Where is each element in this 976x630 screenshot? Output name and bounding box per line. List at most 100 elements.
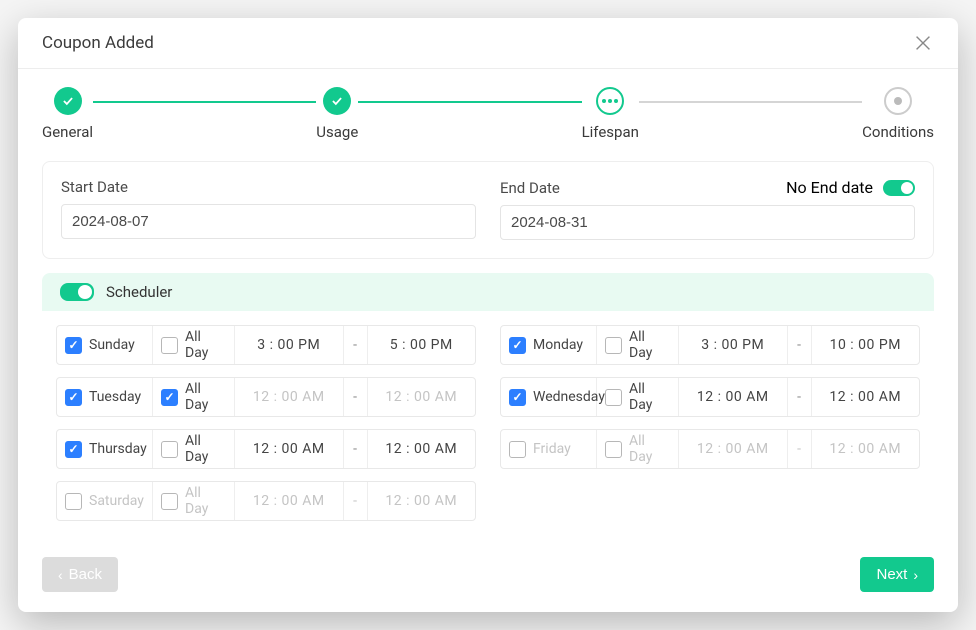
all-day-cell: All Day bbox=[153, 430, 235, 468]
all-day-checkbox[interactable] bbox=[161, 441, 178, 458]
all-day-label: All Day bbox=[185, 329, 226, 361]
day-row: Wednesday All Day 12 : 00 AM-12 : 00 AM bbox=[500, 377, 920, 417]
all-day-checkbox[interactable] bbox=[605, 337, 622, 354]
to-time[interactable]: 12 : 00 AM bbox=[812, 378, 920, 416]
day-enabled-checkbox[interactable] bbox=[509, 441, 526, 458]
step-connector bbox=[93, 101, 316, 103]
date-panel: Start Date End Date No End date bbox=[42, 161, 934, 259]
start-date-label: Start Date bbox=[61, 178, 476, 196]
day-enabled-checkbox[interactable] bbox=[65, 337, 82, 354]
from-time[interactable]: 12 : 00 AM bbox=[679, 430, 788, 468]
dots-icon bbox=[596, 87, 624, 115]
pending-icon bbox=[884, 87, 912, 115]
end-date-field: End Date No End date bbox=[500, 178, 915, 240]
time-dash: - bbox=[788, 378, 812, 416]
time-dash: - bbox=[344, 430, 368, 468]
from-time[interactable]: 12 : 00 AM bbox=[679, 378, 788, 416]
schedule-grid: SundayAll Day3 : 00 PM-5 : 00 PMMondayAl… bbox=[42, 311, 934, 535]
no-end-date-row: No End date bbox=[786, 178, 915, 197]
scheduler-toggle[interactable] bbox=[60, 283, 94, 301]
day-row: Thursday All Day 12 : 00 AM-12 : 00 AM bbox=[56, 429, 476, 469]
all-day-checkbox[interactable] bbox=[605, 389, 622, 406]
start-date-field: Start Date bbox=[61, 178, 476, 239]
from-time[interactable]: 3 : 00 PM bbox=[235, 326, 344, 364]
all-day-label: All Day bbox=[185, 433, 226, 465]
back-button-label: Back bbox=[69, 566, 102, 583]
time-dash: - bbox=[788, 430, 812, 468]
to-time[interactable]: 12 : 00 AM bbox=[368, 482, 476, 520]
to-time[interactable]: 12 : 00 AM bbox=[368, 378, 476, 416]
day-cell: Monday bbox=[501, 326, 597, 364]
from-time[interactable]: 12 : 00 AM bbox=[235, 482, 344, 520]
all-day-label: All Day bbox=[629, 433, 670, 465]
all-day-cell: All Day bbox=[153, 326, 235, 364]
step-label: Usage bbox=[316, 123, 358, 141]
wizard-stepper: General Usage Lifespan Conditions bbox=[18, 69, 958, 147]
day-cell: Wednesday bbox=[501, 378, 597, 416]
all-day-label: All Day bbox=[185, 381, 226, 413]
step-connector bbox=[358, 101, 581, 103]
step-conditions[interactable]: Conditions bbox=[862, 87, 934, 141]
day-row: MondayAll Day3 : 00 PM-10 : 00 PM bbox=[500, 325, 920, 365]
day-name: Thursday bbox=[89, 441, 147, 457]
day-name: Tuesday bbox=[89, 389, 141, 405]
all-day-label: All Day bbox=[629, 329, 670, 361]
next-button-label: Next bbox=[876, 566, 907, 583]
scheduler-header: Scheduler bbox=[42, 273, 934, 311]
day-enabled-checkbox[interactable] bbox=[509, 337, 526, 354]
to-time[interactable]: 12 : 00 AM bbox=[368, 430, 476, 468]
step-label: General bbox=[42, 123, 93, 141]
check-icon bbox=[54, 87, 82, 115]
day-row: FridayAll Day12 : 00 AM-12 : 00 AM bbox=[500, 429, 920, 469]
all-day-checkbox[interactable] bbox=[605, 441, 622, 458]
day-enabled-checkbox[interactable] bbox=[509, 389, 526, 406]
coupon-modal: Coupon Added General Usage Lifespan bbox=[18, 18, 958, 612]
all-day-label: All Day bbox=[629, 381, 670, 413]
day-enabled-checkbox[interactable] bbox=[65, 389, 82, 406]
modal-header: Coupon Added bbox=[18, 18, 958, 69]
chevron-right-icon: › bbox=[913, 567, 918, 583]
time-dash: - bbox=[344, 482, 368, 520]
step-usage[interactable]: Usage bbox=[316, 87, 358, 141]
day-row: Sunday All Day 3 : 00 PM-5 : 00 PM bbox=[56, 325, 476, 365]
chevron-left-icon: ‹ bbox=[58, 567, 63, 583]
day-name: Saturday bbox=[89, 493, 144, 509]
day-name: Sunday bbox=[89, 337, 135, 353]
step-connector bbox=[639, 101, 862, 103]
to-time[interactable]: 12 : 00 AM bbox=[812, 430, 920, 468]
scheduler-label: Scheduler bbox=[106, 283, 172, 301]
lifespan-panel: Start Date End Date No End date Schedule… bbox=[18, 147, 958, 551]
all-day-cell: All Day bbox=[597, 430, 679, 468]
start-date-input[interactable] bbox=[61, 204, 476, 239]
from-time[interactable]: 3 : 00 PM bbox=[679, 326, 788, 364]
next-button[interactable]: Next › bbox=[860, 557, 934, 592]
check-icon bbox=[323, 87, 351, 115]
step-general[interactable]: General bbox=[42, 87, 93, 141]
from-time[interactable]: 12 : 00 AM bbox=[235, 430, 344, 468]
end-date-label: End Date bbox=[500, 179, 560, 197]
no-end-date-toggle[interactable] bbox=[883, 180, 915, 196]
all-day-checkbox[interactable] bbox=[161, 389, 178, 406]
all-day-cell: All Day bbox=[153, 378, 235, 416]
day-cell: Saturday bbox=[57, 482, 153, 520]
time-dash: - bbox=[344, 378, 368, 416]
all-day-cell: All Day bbox=[153, 482, 235, 520]
step-label: Conditions bbox=[862, 123, 934, 141]
day-enabled-checkbox[interactable] bbox=[65, 493, 82, 510]
day-cell: Sunday bbox=[57, 326, 153, 364]
to-time[interactable]: 5 : 00 PM bbox=[368, 326, 476, 364]
day-name: Wednesday bbox=[533, 389, 605, 405]
end-date-input[interactable] bbox=[500, 205, 915, 240]
close-icon[interactable] bbox=[912, 32, 934, 54]
day-enabled-checkbox[interactable] bbox=[65, 441, 82, 458]
time-dash: - bbox=[344, 326, 368, 364]
all-day-checkbox[interactable] bbox=[161, 337, 178, 354]
step-lifespan[interactable]: Lifespan bbox=[582, 87, 639, 141]
day-cell: Thursday bbox=[57, 430, 153, 468]
from-time[interactable]: 12 : 00 AM bbox=[235, 378, 344, 416]
day-name: Monday bbox=[533, 337, 583, 353]
all-day-checkbox[interactable] bbox=[161, 493, 178, 510]
to-time[interactable]: 10 : 00 PM bbox=[812, 326, 920, 364]
no-end-date-label: No End date bbox=[786, 178, 873, 197]
back-button[interactable]: ‹ Back bbox=[42, 557, 118, 592]
